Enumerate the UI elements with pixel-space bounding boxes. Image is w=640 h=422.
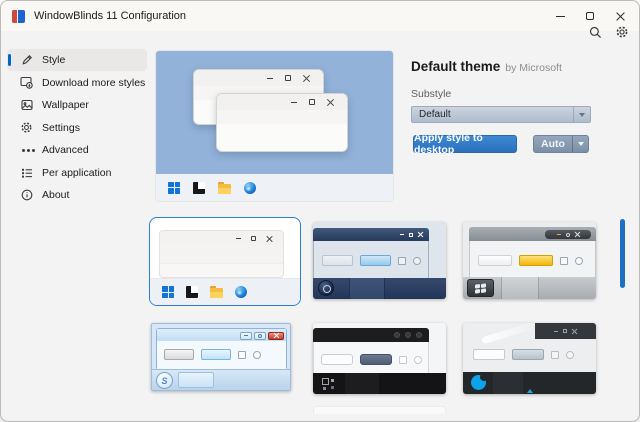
thumb-titlebar	[535, 323, 596, 339]
thumbnail-black-theme[interactable]	[313, 323, 446, 394]
windowblinds-app-window: WindowBlinds 11 Configuration	[0, 0, 640, 422]
theme-preview	[156, 51, 393, 201]
sidebar-item-per-application[interactable]: Per application	[7, 162, 147, 184]
apply-style-label: Apply style to desktop	[414, 132, 516, 156]
titlebar: WindowBlinds 11 Configuration	[1, 1, 639, 31]
minimize-button[interactable]	[545, 1, 575, 31]
gear-icon	[20, 121, 33, 134]
edge-icon	[235, 286, 247, 298]
sidebar-item-download-more-styles[interactable]: Download more styles	[7, 72, 147, 94]
windows-logo-icon	[162, 286, 174, 298]
preview-desktop	[156, 51, 393, 174]
thumb-taskbar	[150, 278, 300, 305]
thumb-taskbar	[463, 372, 596, 394]
start-orb-icon: S	[156, 372, 173, 389]
auto-label: Auto	[534, 136, 572, 152]
download-styles-icon	[20, 76, 33, 89]
info-icon	[20, 189, 33, 202]
thumb-window	[469, 227, 596, 278]
sidebar-item-label: Download more styles	[42, 77, 145, 89]
chevron-down-icon	[573, 107, 590, 122]
windowblinds-icon	[186, 286, 198, 298]
window-title: WindowBlinds 11 Configuration	[34, 10, 186, 22]
thumb-taskbar	[313, 278, 446, 299]
sidebar: Style Download more styles Wallpaper	[7, 49, 147, 207]
auto-dropdown-arrow[interactable]	[572, 136, 588, 152]
search-icon[interactable]	[586, 23, 604, 41]
start-squares-icon	[322, 378, 334, 390]
sidebar-item-settings[interactable]: Settings	[7, 117, 147, 139]
start-circle-icon	[471, 375, 486, 390]
substyle-dropdown[interactable]: Default	[411, 106, 591, 123]
thumbnail-silver-theme[interactable]	[463, 222, 596, 299]
thumbnail-partial-next-row[interactable]	[313, 406, 446, 414]
sidebar-item-about[interactable]: About	[7, 184, 147, 206]
windowblinds-icon	[193, 182, 205, 194]
windows-logo-icon	[168, 182, 180, 194]
start-orb-icon	[318, 280, 334, 296]
substyle-label: Substyle	[411, 88, 591, 100]
sidebar-item-label: Advanced	[42, 144, 89, 156]
thumb-taskbar: S	[152, 369, 290, 390]
thumb-window	[159, 230, 284, 278]
thumb-window	[156, 328, 287, 370]
thumbnail-aero-theme[interactable]: S	[151, 323, 291, 391]
thumb-taskbar	[463, 277, 596, 299]
thumb-taskbar	[313, 373, 446, 394]
gloss-streak	[481, 323, 539, 344]
image-icon	[20, 99, 33, 112]
sidebar-item-wallpaper[interactable]: Wallpaper	[7, 94, 147, 116]
sidebar-item-style[interactable]: Style	[7, 49, 147, 71]
folder-icon	[210, 288, 223, 298]
preview-window-front	[216, 93, 348, 152]
taskbar-indicator	[527, 389, 533, 393]
thumbnail-navy-theme[interactable]	[313, 222, 446, 299]
app-logo-icon	[12, 10, 25, 23]
thumbnail-charcoal-theme[interactable]	[463, 323, 596, 394]
thumb-window	[313, 328, 429, 376]
thumbnail-default-selected[interactable]	[149, 217, 301, 306]
thumb-window	[313, 228, 429, 278]
edge-icon	[244, 182, 256, 194]
theme-thumbnails: S	[149, 217, 596, 417]
ellipsis-icon	[20, 144, 33, 157]
sidebar-item-label: Settings	[42, 122, 80, 134]
sidebar-item-advanced[interactable]: Advanced	[7, 139, 147, 161]
style-panel: Default theme by Microsoft Substyle Defau…	[411, 58, 591, 153]
list-icon	[20, 166, 33, 179]
substyle-value: Default	[419, 109, 451, 120]
sidebar-item-label: Style	[42, 54, 65, 66]
apply-style-button[interactable]: Apply style to desktop	[413, 135, 517, 153]
sidebar-item-label: About	[42, 189, 69, 201]
theme-author: by Microsoft	[505, 62, 562, 74]
start-button-icon	[467, 279, 494, 297]
sidebar-item-label: Per application	[42, 167, 111, 179]
theme-name: Default theme	[411, 59, 500, 74]
preview-taskbar	[156, 174, 393, 201]
sidebar-item-label: Wallpaper	[42, 99, 89, 111]
gear-icon[interactable]	[613, 23, 631, 41]
auto-split-button[interactable]: Auto	[533, 135, 589, 153]
scrollbar-thumb[interactable]	[620, 219, 625, 288]
folder-icon	[218, 184, 231, 194]
pencil-icon	[20, 54, 33, 67]
